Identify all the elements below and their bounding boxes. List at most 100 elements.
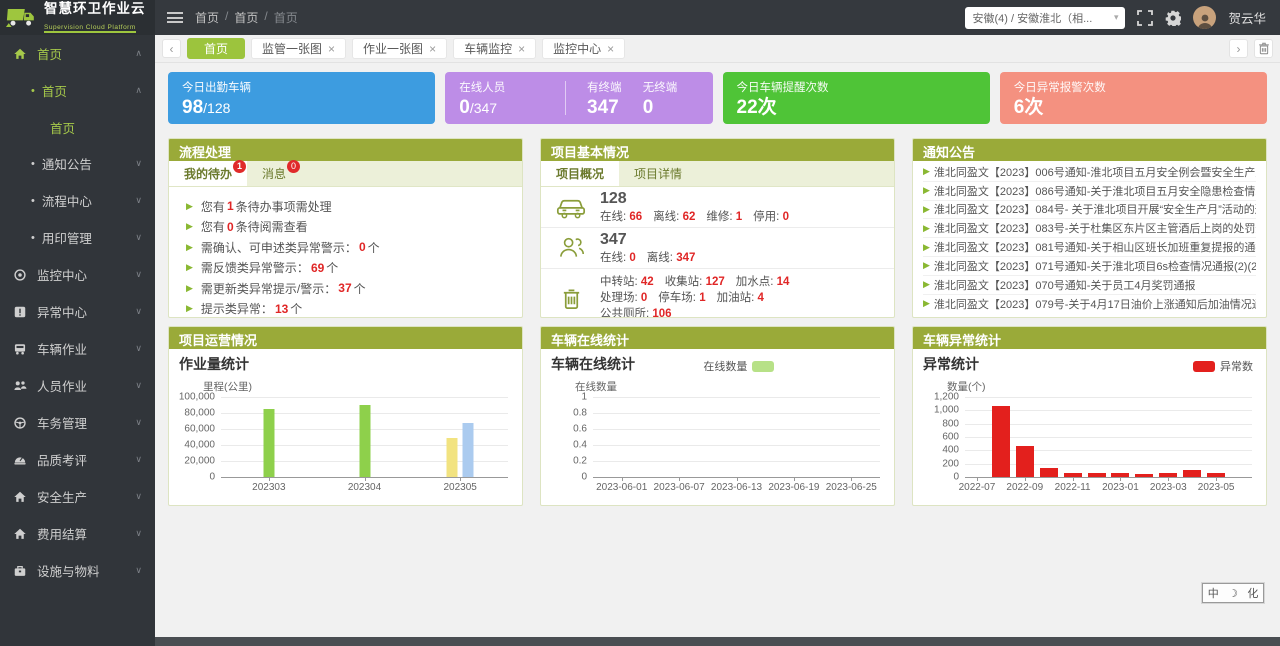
sidebar-item-safety-production[interactable]: 安全生产∨ (0, 478, 155, 515)
chart-bar[interactable] (1064, 473, 1082, 477)
notice-item[interactable]: ▶淮北同盈文【2023】084号- 关于淮北项目开展“安全生产月”活动的通知 (923, 201, 1256, 220)
close-icon[interactable]: × (328, 42, 335, 56)
ime-char: 中 (1208, 585, 1219, 601)
chart-bar[interactable] (1207, 473, 1225, 477)
sidebar-item-quality-evaluation[interactable]: 品质考评∨ (0, 441, 155, 478)
sidebar-item-abnormal-center[interactable]: 异常中心∨ (0, 293, 155, 330)
sidebar-item-vehicle-operation[interactable]: 车辆作业∨ (0, 330, 155, 367)
gridline (593, 397, 880, 398)
arrow-right-icon: ▶ (186, 221, 193, 232)
stat-line: 公共厕所: 106 (600, 306, 800, 318)
tabs-scroll-left-button[interactable]: ‹ (162, 39, 181, 58)
process-item[interactable]: ▶需更新类异常提示/警示：37 个 (186, 278, 522, 299)
tab-作业一张图[interactable]: 作业一张图× (352, 38, 447, 59)
stat-value: 62 (683, 211, 696, 223)
breadcrumb-item[interactable]: 首页 (195, 9, 219, 26)
stat-pair: 加水点: 14 (736, 276, 790, 288)
chart-legend[interactable]: 异常数 (1193, 358, 1253, 374)
y-tick-label: 100,000 (179, 392, 215, 403)
process-tab-消息[interactable]: 消息0 (247, 161, 301, 186)
sidebar-item-home[interactable]: 首页∧ (0, 35, 155, 72)
sidebar-item-vehicle-affairs[interactable]: 车务管理∨ (0, 404, 155, 441)
tab-监控中心[interactable]: 监控中心× (542, 38, 625, 59)
process-item-count: 0 (359, 240, 366, 254)
sidebar-item-seal-management[interactable]: •用印管理∨ (0, 219, 155, 256)
arrow-right-icon: ▶ (923, 204, 930, 215)
sidebar-item-home-sub[interactable]: •首页∧ (0, 72, 155, 109)
y-tick-label: 1 (581, 392, 587, 403)
chart-bar[interactable] (992, 406, 1010, 477)
arrow-right-icon: ▶ (923, 223, 930, 234)
notice-item[interactable]: ▶淮北同盈文【2023】086号通知-关于淮北项目五月安全隐患检查情况通告 (923, 182, 1256, 201)
chart-bar[interactable] (1135, 474, 1153, 477)
card-stat-value: 0 (643, 98, 699, 118)
horizontal-scrollbar[interactable] (155, 637, 1280, 646)
close-icon[interactable]: × (607, 42, 614, 56)
chart-bar[interactable] (1183, 470, 1201, 477)
notice-item[interactable]: ▶淮北同盈文【2023】079号-关于4月17日油价上涨通知后加油情况通报 (923, 295, 1256, 314)
y-tick-label: 80,000 (184, 408, 215, 419)
tabs-scroll-right-button[interactable]: › (1229, 39, 1248, 58)
process-item[interactable]: ▶您有0条待阅需查看 (186, 217, 522, 238)
project-tab-项目详情[interactable]: 项目详情 (619, 161, 697, 186)
chart-bar[interactable] (1088, 473, 1106, 477)
tab-首页[interactable]: 首页 (187, 38, 245, 59)
fullscreen-icon[interactable] (1137, 10, 1153, 26)
close-icon[interactable]: × (429, 42, 436, 56)
stat-card-3[interactable]: 今日异常报警次数6次 (1000, 72, 1267, 124)
notice-item[interactable]: ▶淮北同盈文【2023】071号通知-关于淮北项目6s检查情况通报(2)(2) (923, 257, 1256, 276)
chart-bar[interactable] (359, 405, 370, 477)
notice-item[interactable]: ▶淮北同盈文【2023】081号通知-关于相山区班长加班重复提报的通报 (923, 238, 1256, 257)
chart-plot-area: 100,00080,00060,00040,00020,000020230320… (221, 397, 508, 478)
process-item[interactable]: ▶您有1条待办事项需处理 (186, 196, 522, 217)
breadcrumb-item[interactable]: 首页 (234, 9, 258, 26)
tab-车辆监控[interactable]: 车辆监控× (453, 38, 536, 59)
chart-bar[interactable] (1159, 473, 1177, 477)
home-icon (13, 47, 28, 61)
notice-item[interactable]: ▶淮北同盈文【2023】070号通知-关于员工4月奖罚通报 (923, 276, 1256, 295)
arrow-right-icon: ▶ (186, 303, 193, 314)
process-tab-我的待办[interactable]: 我的待办1 (169, 161, 247, 186)
breadcrumb-item[interactable]: 首页 (274, 9, 298, 26)
home2-icon (13, 527, 28, 541)
stat-card-2[interactable]: 今日车辆提醒次数 22次 (723, 72, 990, 124)
sidebar-item-facilities-materials[interactable]: 设施与物料∨ (0, 552, 155, 589)
chart-legend[interactable]: 在线数量 (703, 358, 774, 374)
sidebar-item-monitoring-center[interactable]: 监控中心∨ (0, 256, 155, 293)
notice-item[interactable]: ▶淮北同盈文【2023】083号-关于杜集区东片区主管酒后上岗的处罚通告 (923, 219, 1256, 238)
sidebar-item-notice[interactable]: •通知公告∨ (0, 145, 155, 182)
sidebar-item-process-center[interactable]: •流程中心∨ (0, 182, 155, 219)
close-icon[interactable]: × (518, 42, 525, 56)
stat-value: 0 (783, 211, 789, 223)
chart-bar[interactable] (463, 423, 474, 477)
x-tick-label: 2022-11 (1055, 482, 1091, 493)
sidebar-item-home-page[interactable]: 首页 (0, 109, 155, 145)
sidebar-item-personnel-operation[interactable]: 人员作业∨ (0, 367, 155, 404)
sidebar-item-expense-settlement[interactable]: 费用结算∨ (0, 515, 155, 552)
chart-bar[interactable] (1016, 446, 1034, 477)
chart-bar[interactable] (1111, 473, 1129, 477)
stat-value: 0 (629, 252, 635, 264)
stat-card-1[interactable]: 在线人员0/347有终端347无终端0 (445, 72, 712, 124)
vehicle-abnormal-chart-panel: 车辆异常统计 异常统计异常数数量(个)1,2001,00080060040020… (912, 326, 1267, 506)
stat-card-0[interactable]: 今日出勤车辆98/128 (168, 72, 435, 124)
card-value: 22次 (737, 98, 976, 118)
tab-监管一张图[interactable]: 监管一张图× (251, 38, 346, 59)
menu-fold-icon[interactable] (167, 12, 183, 23)
project-tab-项目概况[interactable]: 项目概况 (541, 161, 619, 186)
process-item[interactable]: ▶需反馈类异常警示：69 个 (186, 258, 522, 279)
chart-bar[interactable] (447, 438, 458, 477)
process-item[interactable]: ▶需确认、可申述类异常警示：0 个 (186, 237, 522, 258)
gear-icon[interactable] (1165, 10, 1181, 26)
operation-chart-panel: 项目运营情况 作业量统计里程(公里)100,00080,00060,00040,… (168, 326, 523, 506)
close-all-tabs-button[interactable] (1254, 39, 1273, 58)
notice-item[interactable]: ▶淮北同盈文【2023】006号通知-淮北项目五月安全例会暨安全生产月启动会… (923, 163, 1256, 182)
ime-statusbar[interactable]: 中☽化 (1202, 583, 1264, 603)
card-label: 今日车辆提醒次数 (737, 79, 976, 95)
process-item[interactable]: ▶提示类异常：13 个 (186, 299, 522, 319)
region-select[interactable]: 安徽(4) / 安徽淮北（相... ▾ (965, 7, 1125, 29)
chart-bar[interactable] (263, 409, 274, 477)
avatar[interactable] (1193, 6, 1216, 29)
chart-bar[interactable] (1040, 468, 1058, 477)
stat-value: 4 (757, 292, 763, 304)
